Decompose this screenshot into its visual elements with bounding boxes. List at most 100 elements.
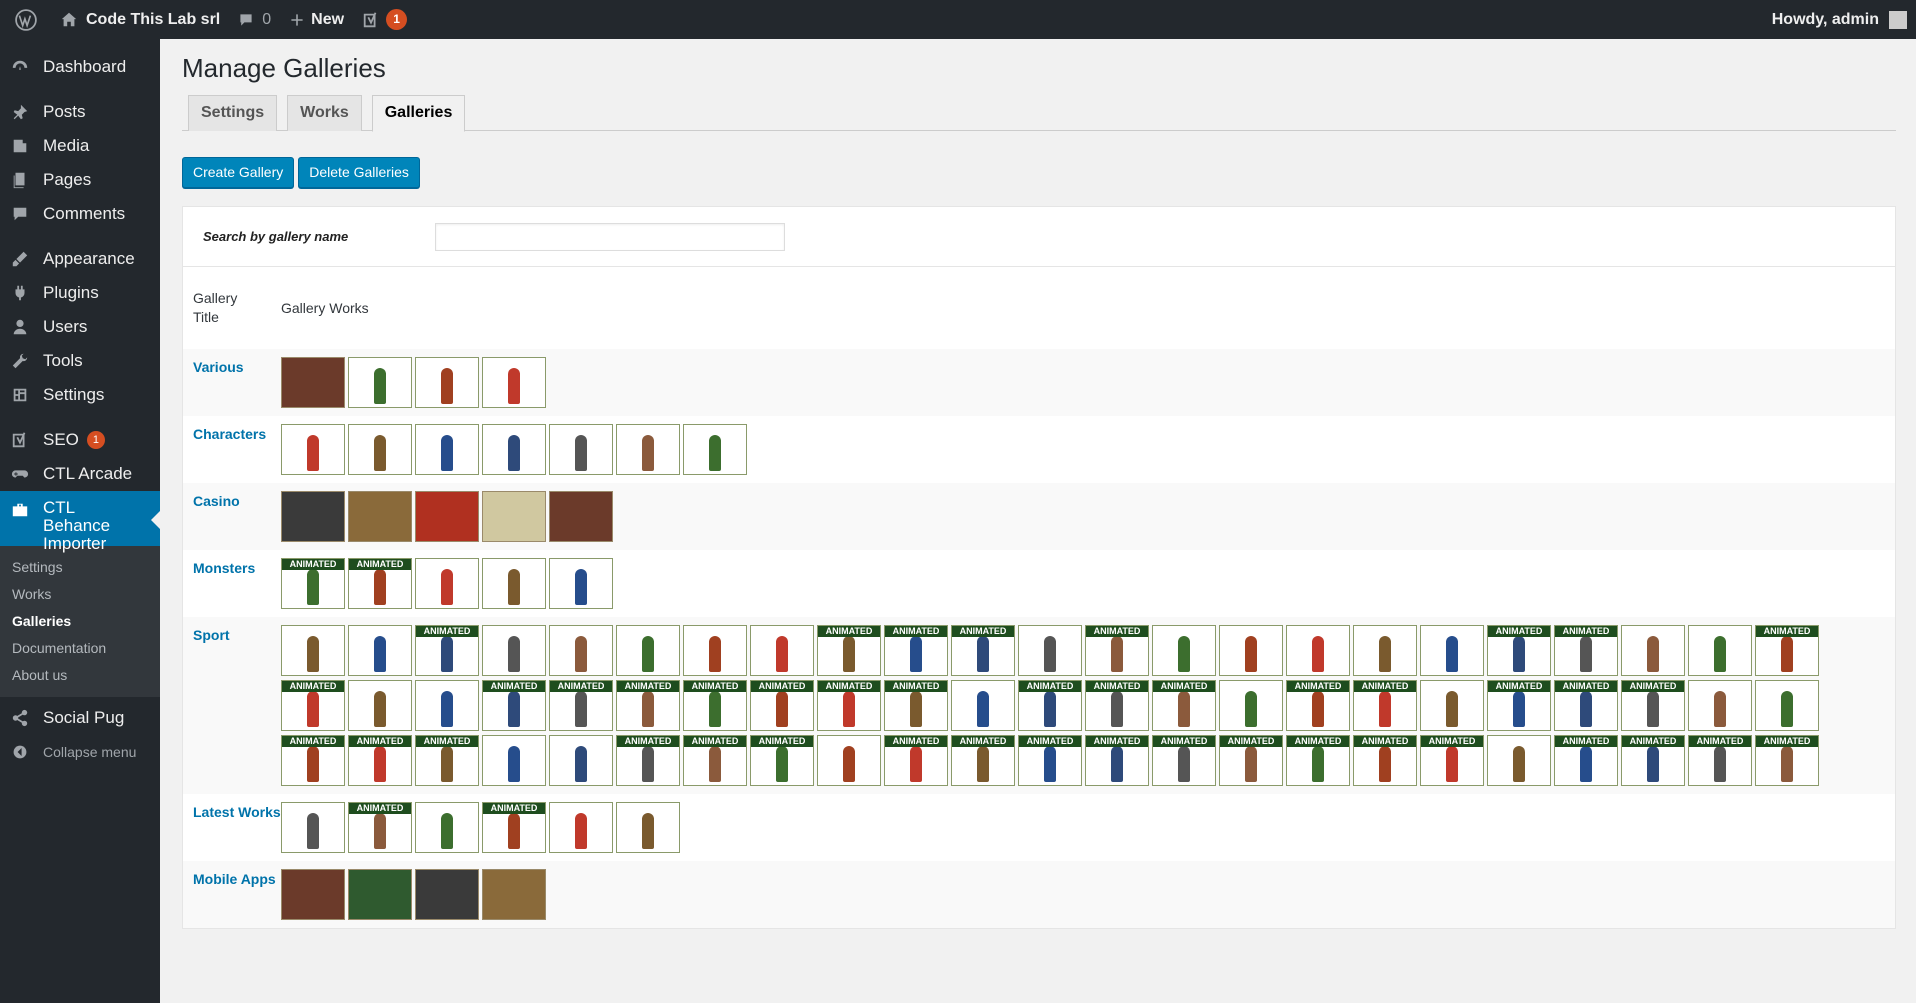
- work-thumbnail[interactable]: ANIMATED: [415, 735, 479, 786]
- work-thumbnail[interactable]: ANIMATED: [348, 558, 412, 609]
- work-thumbnail[interactable]: [482, 558, 546, 609]
- work-thumbnail[interactable]: ANIMATED: [1353, 680, 1417, 731]
- work-thumbnail[interactable]: [1152, 625, 1216, 676]
- gallery-name-link[interactable]: Monsters: [193, 558, 281, 609]
- work-thumbnail[interactable]: [683, 625, 747, 676]
- work-thumbnail[interactable]: ANIMATED: [415, 625, 479, 676]
- sidebar-item-settings[interactable]: Settings: [0, 378, 160, 412]
- work-thumbnail[interactable]: ANIMATED: [884, 735, 948, 786]
- tab-settings[interactable]: Settings: [188, 95, 278, 131]
- work-thumbnail[interactable]: [1688, 680, 1752, 731]
- work-thumbnail[interactable]: ANIMATED: [1554, 735, 1618, 786]
- work-thumbnail[interactable]: ANIMATED: [750, 680, 814, 731]
- work-thumbnail[interactable]: [549, 491, 613, 542]
- submenu-documentation[interactable]: Documentation: [0, 635, 160, 662]
- work-thumbnail[interactable]: [281, 357, 345, 408]
- work-thumbnail[interactable]: ANIMATED: [1152, 735, 1216, 786]
- work-thumbnail[interactable]: ANIMATED: [482, 680, 546, 731]
- work-thumbnail[interactable]: ANIMATED: [817, 680, 881, 731]
- work-thumbnail[interactable]: [951, 680, 1015, 731]
- work-thumbnail[interactable]: [482, 869, 546, 920]
- work-thumbnail[interactable]: [1420, 680, 1484, 731]
- work-thumbnail[interactable]: [616, 625, 680, 676]
- work-thumbnail[interactable]: ANIMATED: [616, 735, 680, 786]
- sidebar-item-users[interactable]: Users: [0, 310, 160, 344]
- work-thumbnail[interactable]: ANIMATED: [951, 625, 1015, 676]
- work-thumbnail[interactable]: ANIMATED: [1286, 680, 1350, 731]
- work-thumbnail[interactable]: ANIMATED: [683, 680, 747, 731]
- work-thumbnail[interactable]: ANIMATED: [1621, 735, 1685, 786]
- submenu-settings[interactable]: Settings: [0, 554, 160, 581]
- work-thumbnail[interactable]: [281, 625, 345, 676]
- gallery-name-link[interactable]: Characters: [193, 424, 281, 475]
- work-thumbnail[interactable]: ANIMATED: [281, 558, 345, 609]
- sidebar-item-ctl-arcade[interactable]: CTL Arcade: [0, 457, 160, 491]
- gallery-name-link[interactable]: Latest Works: [193, 802, 281, 853]
- work-thumbnail[interactable]: [281, 869, 345, 920]
- work-thumbnail[interactable]: ANIMATED: [1621, 680, 1685, 731]
- work-thumbnail[interactable]: [348, 869, 412, 920]
- work-thumbnail[interactable]: ANIMATED: [1554, 680, 1618, 731]
- work-thumbnail[interactable]: ANIMATED: [1554, 625, 1618, 676]
- work-thumbnail[interactable]: [482, 491, 546, 542]
- work-thumbnail[interactable]: ANIMATED: [616, 680, 680, 731]
- sidebar-item-social-pug[interactable]: Social Pug: [0, 701, 160, 735]
- sidebar-item-media[interactable]: Media: [0, 129, 160, 163]
- work-thumbnail[interactable]: ANIMATED: [683, 735, 747, 786]
- work-thumbnail[interactable]: [348, 357, 412, 408]
- work-thumbnail[interactable]: ANIMATED: [549, 680, 613, 731]
- comments-link[interactable]: 0: [229, 0, 280, 39]
- work-thumbnail[interactable]: ANIMATED: [1085, 625, 1149, 676]
- work-thumbnail[interactable]: [549, 625, 613, 676]
- gallery-name-link[interactable]: Various: [193, 357, 281, 408]
- work-thumbnail[interactable]: ANIMATED: [482, 802, 546, 853]
- work-thumbnail[interactable]: [281, 424, 345, 475]
- submenu-works[interactable]: Works: [0, 581, 160, 608]
- work-thumbnail[interactable]: [482, 735, 546, 786]
- work-thumbnail[interactable]: ANIMATED: [281, 680, 345, 731]
- work-thumbnail[interactable]: [348, 424, 412, 475]
- sidebar-item-pages[interactable]: Pages: [0, 163, 160, 197]
- sidebar-item-tools[interactable]: Tools: [0, 344, 160, 378]
- work-thumbnail[interactable]: [415, 680, 479, 731]
- work-thumbnail[interactable]: [1688, 625, 1752, 676]
- work-thumbnail[interactable]: [348, 625, 412, 676]
- work-thumbnail[interactable]: ANIMATED: [348, 735, 412, 786]
- work-thumbnail[interactable]: ANIMATED: [1018, 735, 1082, 786]
- collapse-menu-button[interactable]: Collapse menu: [0, 735, 160, 769]
- sidebar-item-posts[interactable]: Posts: [0, 95, 160, 129]
- work-thumbnail[interactable]: ANIMATED: [1688, 735, 1752, 786]
- work-thumbnail[interactable]: ANIMATED: [750, 735, 814, 786]
- work-thumbnail[interactable]: [348, 680, 412, 731]
- work-thumbnail[interactable]: [616, 424, 680, 475]
- work-thumbnail[interactable]: [750, 625, 814, 676]
- work-thumbnail[interactable]: [1487, 735, 1551, 786]
- work-thumbnail[interactable]: [1286, 625, 1350, 676]
- gallery-name-link[interactable]: Casino: [193, 491, 281, 542]
- work-thumbnail[interactable]: [281, 491, 345, 542]
- submenu-about-us[interactable]: About us: [0, 662, 160, 689]
- work-thumbnail[interactable]: [415, 424, 479, 475]
- work-thumbnail[interactable]: [348, 491, 412, 542]
- work-thumbnail[interactable]: [415, 491, 479, 542]
- delete-galleries-button[interactable]: Delete Galleries: [298, 157, 420, 188]
- work-thumbnail[interactable]: [415, 869, 479, 920]
- work-thumbnail[interactable]: ANIMATED: [1286, 735, 1350, 786]
- work-thumbnail[interactable]: ANIMATED: [884, 625, 948, 676]
- work-thumbnail[interactable]: [549, 735, 613, 786]
- work-thumbnail[interactable]: [616, 802, 680, 853]
- work-thumbnail[interactable]: [1755, 680, 1819, 731]
- work-thumbnail[interactable]: [1621, 625, 1685, 676]
- work-thumbnail[interactable]: ANIMATED: [817, 625, 881, 676]
- work-thumbnail[interactable]: [549, 802, 613, 853]
- work-thumbnail[interactable]: ANIMATED: [1487, 625, 1551, 676]
- sidebar-item-seo[interactable]: SEO 1: [0, 423, 160, 457]
- wordpress-logo-icon[interactable]: [0, 0, 51, 39]
- work-thumbnail[interactable]: ANIMATED: [1353, 735, 1417, 786]
- work-thumbnail[interactable]: [1018, 625, 1082, 676]
- work-thumbnail[interactable]: [482, 357, 546, 408]
- submenu-galleries[interactable]: Galleries: [0, 608, 160, 635]
- gallery-name-link[interactable]: Sport: [193, 625, 281, 786]
- sidebar-item-ctl-behance-importer[interactable]: CTL Behance Importer: [0, 491, 160, 553]
- create-gallery-button[interactable]: Create Gallery: [182, 157, 295, 188]
